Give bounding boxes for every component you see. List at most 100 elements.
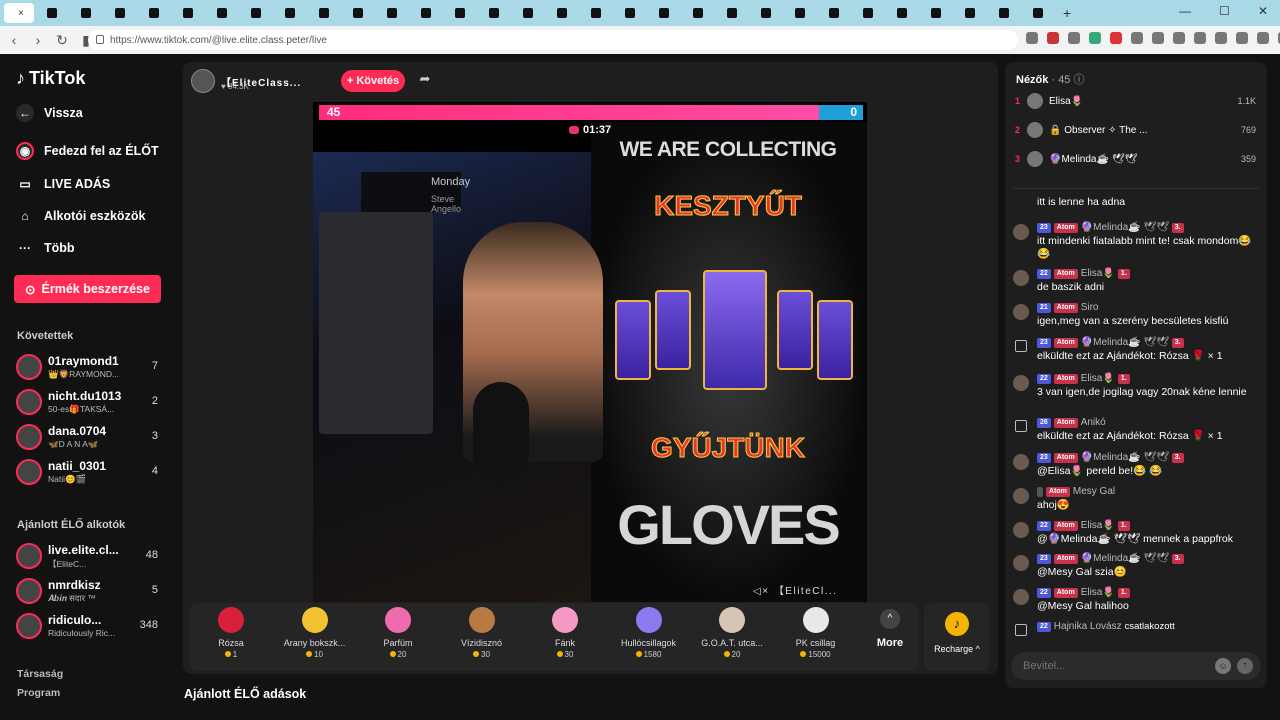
top-viewer-row[interactable]: 1 Elisa🌷 1.1K: [1015, 92, 1260, 112]
chat-username[interactable]: Hajnika Lovász: [1054, 621, 1122, 632]
browser-tab[interactable]: [409, 3, 442, 23]
nav-go-live[interactable]: ▭ LIVE ADÁS: [16, 175, 110, 193]
info-icon[interactable]: ⓘ: [1074, 74, 1085, 86]
browser-tab[interactable]: [817, 3, 850, 23]
extension-icon[interactable]: [1257, 32, 1269, 44]
chat-username[interactable]: Elisa🌷: [1081, 373, 1115, 384]
share-icon[interactable]: ➦: [415, 71, 435, 91]
extension-icon[interactable]: [1131, 32, 1143, 44]
browser-tab[interactable]: [579, 3, 612, 23]
browser-tab[interactable]: [137, 3, 170, 23]
avatar[interactable]: [1013, 375, 1029, 391]
chat-username[interactable]: 🔮Melinda☕ 🕊🕊: [1081, 337, 1169, 348]
browser-tab[interactable]: [239, 3, 272, 23]
chat-input[interactable]: [1011, 652, 1201, 680]
footer-link-company[interactable]: Társaság: [17, 668, 63, 680]
chat-username[interactable]: Mesy Gal: [1073, 486, 1115, 497]
extension-icon[interactable]: [1152, 32, 1164, 44]
send-icon[interactable]: ↑: [1237, 658, 1253, 674]
chat-username[interactable]: Siro: [1081, 302, 1099, 313]
gift-item[interactable]: G.O.A.T. utca... 20: [692, 607, 772, 669]
avatar[interactable]: [1013, 589, 1029, 605]
browser-tab[interactable]: [477, 3, 510, 23]
browser-tab[interactable]: [545, 3, 578, 23]
browser-tab[interactable]: [647, 3, 680, 23]
extension-icon[interactable]: [1215, 32, 1227, 44]
following-account[interactable]: nicht.du1013 50-es🎁TAKSÁ... 2: [16, 387, 162, 417]
browser-tab[interactable]: [307, 3, 340, 23]
chat-username[interactable]: Elisa🌷: [1081, 268, 1115, 279]
minimize-icon[interactable]: —: [1179, 4, 1191, 18]
gift-item[interactable]: Hullócsillagok 1580: [609, 607, 689, 669]
extension-icon[interactable]: [1173, 32, 1185, 44]
browser-tab[interactable]: [715, 3, 748, 23]
footer-link-program[interactable]: Program: [17, 687, 60, 699]
following-account[interactable]: dana.0704 🦋D A N A🦋 3: [16, 422, 162, 452]
gift-item[interactable]: Fánk 30: [525, 607, 605, 669]
avatar[interactable]: [1013, 224, 1029, 240]
top-viewer-row[interactable]: 3 🔮Melinda☕ 🕊🕊 359: [1015, 150, 1260, 170]
avatar[interactable]: [1013, 270, 1029, 286]
browser-tab[interactable]: [443, 3, 476, 23]
chat-username[interactable]: Elisa🌷: [1081, 520, 1115, 531]
maximize-icon[interactable]: ☐: [1219, 4, 1230, 18]
emoji-icon[interactable]: ☺: [1215, 658, 1231, 674]
extension-icon[interactable]: [1089, 32, 1101, 44]
browser-tab[interactable]: [103, 3, 136, 23]
recommended-account[interactable]: ridiculo... Ridiculously Ric... 348: [16, 611, 162, 641]
browser-tab[interactable]: [171, 3, 204, 23]
avatar[interactable]: [1013, 304, 1029, 320]
browser-tab[interactable]: [205, 3, 238, 23]
browser-tab[interactable]: [783, 3, 816, 23]
browser-tab[interactable]: [681, 3, 714, 23]
chat-username[interactable]: 🔮Melinda☕ 🕊🕊: [1081, 222, 1169, 233]
site-settings-icon[interactable]: [96, 35, 104, 44]
tiktok-logo[interactable]: ♪ TikTok: [16, 68, 85, 89]
browser-tab[interactable]: [35, 3, 68, 23]
browser-tab[interactable]: [851, 3, 884, 23]
browser-tab[interactable]: [919, 3, 952, 23]
get-coins-button[interactable]: ⊙ Érmék beszerzése: [14, 275, 161, 303]
follow-button[interactable]: + Követés: [341, 70, 405, 92]
new-tab-button[interactable]: +: [1063, 5, 1071, 21]
gift-item[interactable]: PK csillag 15000: [776, 607, 856, 669]
live-video[interactable]: 45 0 01:37 Monday Steve Angello WE ARE C…: [313, 102, 867, 602]
reload-icon[interactable]: ↻: [52, 32, 72, 49]
nav-explore-live[interactable]: ◉ Fedezd fel az ÉLŐT: [16, 142, 159, 160]
back-link[interactable]: ← Vissza: [16, 104, 83, 122]
back-arrow-icon[interactable]: ‹: [4, 32, 24, 48]
url-input[interactable]: https://www.tiktok.com/@live.elite.class…: [88, 30, 1018, 50]
browser-tab[interactable]: [749, 3, 782, 23]
browser-tab[interactable]: [69, 3, 102, 23]
browser-tab-active[interactable]: ×: [4, 3, 34, 23]
chat-username[interactable]: 🔮Melinda☕ 🕊🕊: [1081, 452, 1169, 463]
nav-creator-tools[interactable]: ⌂ Alkotói eszközök: [16, 207, 145, 225]
extension-icon[interactable]: [1026, 32, 1038, 44]
browser-tab[interactable]: [613, 3, 646, 23]
chat-username[interactable]: Elisa🌷: [1081, 587, 1115, 598]
host-avatar[interactable]: [191, 69, 215, 93]
browser-tab[interactable]: [511, 3, 544, 23]
browser-tab[interactable]: [885, 3, 918, 23]
nav-more[interactable]: ··· Több: [16, 239, 75, 257]
extension-icon[interactable]: [1110, 32, 1122, 44]
browser-tab[interactable]: [273, 3, 306, 23]
avatar[interactable]: [1013, 555, 1029, 571]
top-viewer-row[interactable]: 2 🔒 Observer ✧ The ... 769: [1015, 121, 1260, 141]
chat-username[interactable]: Anikó: [1081, 417, 1106, 428]
extension-icon[interactable]: [1047, 32, 1059, 44]
extension-icon[interactable]: [1236, 32, 1248, 44]
browser-tab[interactable]: [375, 3, 408, 23]
following-account[interactable]: 01raymond1 👑🦁RAYMOND... 7: [16, 352, 162, 382]
close-window-icon[interactable]: ✕: [1258, 4, 1268, 18]
avatar[interactable]: [1013, 522, 1029, 538]
close-tab-icon[interactable]: ×: [18, 8, 24, 19]
gift-item[interactable]: Rózsa 1: [191, 607, 271, 669]
browser-tab[interactable]: [1021, 3, 1054, 23]
recommended-account[interactable]: nmrdkisz 𝑨𝒃𝒊𝒏 सदार ™ 5: [16, 576, 162, 606]
recharge-button[interactable]: ♪ Recharge ^: [924, 603, 990, 671]
browser-tab[interactable]: [341, 3, 374, 23]
gift-item[interactable]: Vízidisznó 30: [442, 607, 522, 669]
forward-arrow-icon[interactable]: ›: [28, 32, 48, 48]
avatar[interactable]: [1013, 488, 1029, 504]
